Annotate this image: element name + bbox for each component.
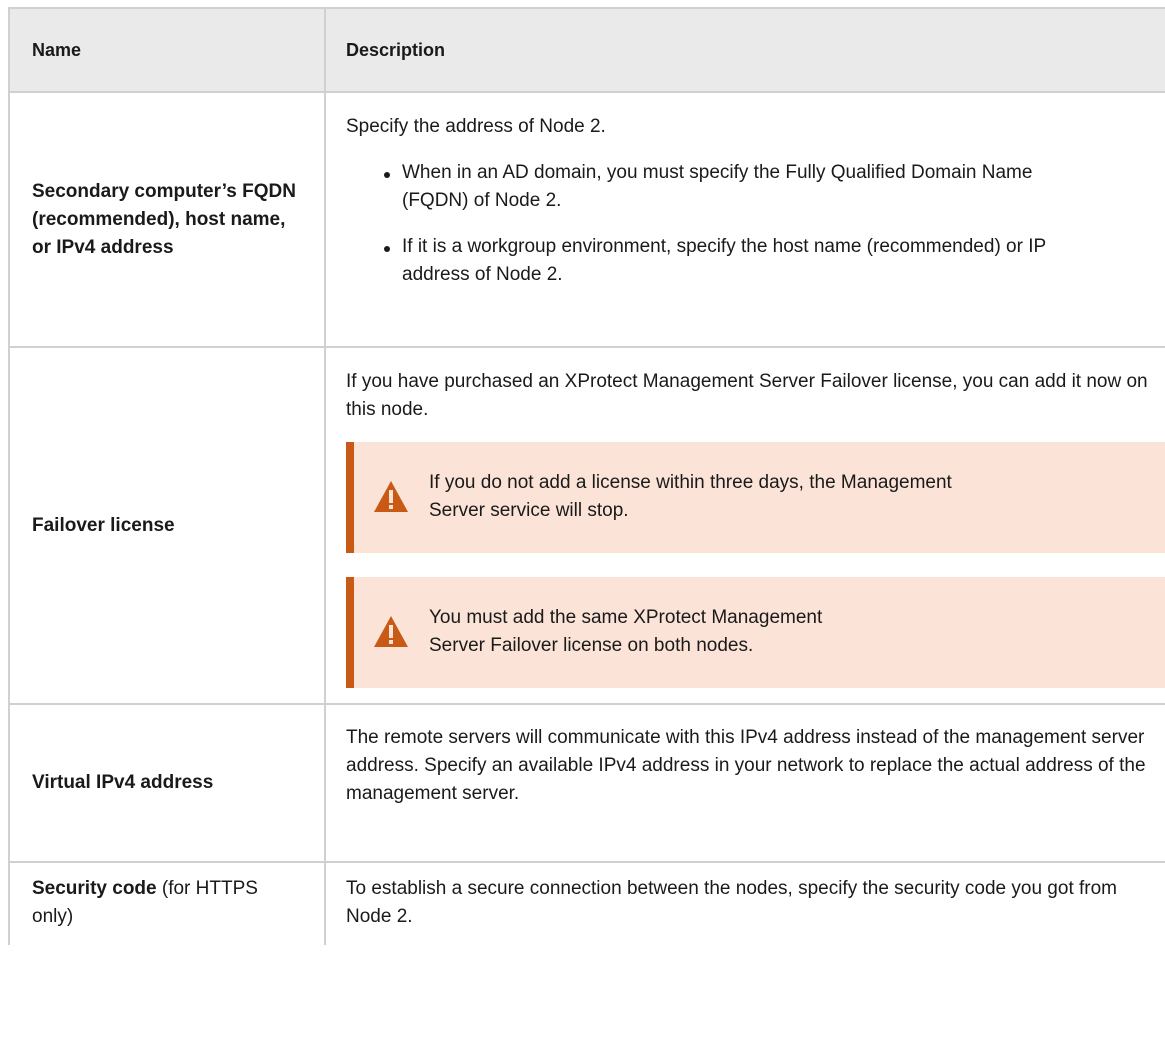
warning-text: You must add the same XProtect Managemen… (429, 607, 823, 656)
list-item: If it is a workgroup environment, specif… (384, 233, 1052, 289)
warning-triangle-icon (374, 481, 408, 512)
column-header-description: Description (346, 40, 446, 60)
description-intro: Specify the address of Node 2. (346, 116, 606, 137)
table-row: Virtual IPv4 address The remote servers … (8, 705, 1165, 863)
setting-description: Specify the address of Node 2. When in a… (326, 93, 1165, 346)
description-intro: If you have purchased an XProtect Manage… (346, 371, 1148, 420)
table-row: Security code (for HTTPS only) To establ… (8, 863, 1165, 945)
settings-table: Name Description Secondary computer’s FQ… (8, 7, 1165, 945)
bullet-list: When in an AD domain, you must specify t… (346, 159, 1165, 289)
warning-callout: You must add the same XProtect Managemen… (346, 577, 1165, 688)
setting-name: Secondary computer’s FQDN (recommended),… (8, 93, 326, 346)
setting-name: Failover license (8, 348, 326, 703)
warning-callout: If you do not add a license within three… (346, 442, 1165, 553)
table-row: Secondary computer’s FQDN (recommended),… (8, 93, 1165, 348)
list-item: When in an AD domain, you must specify t… (384, 159, 1052, 215)
setting-name: Security code (for HTTPS only) (8, 863, 326, 945)
setting-description: To establish a secure connection between… (346, 878, 1118, 927)
setting-description: The remote servers will communicate with… (346, 727, 1146, 804)
setting-description: If you have purchased an XProtect Manage… (326, 348, 1165, 703)
setting-name: Virtual IPv4 address (8, 705, 326, 861)
warning-triangle-icon (374, 616, 408, 647)
table-row: Failover license If you have purchased a… (8, 348, 1165, 705)
table-header-row: Name Description (8, 9, 1165, 93)
setting-name-bold: Security code (32, 878, 157, 899)
column-header-name: Name (8, 9, 326, 91)
warning-text: If you do not add a license within three… (429, 472, 952, 521)
